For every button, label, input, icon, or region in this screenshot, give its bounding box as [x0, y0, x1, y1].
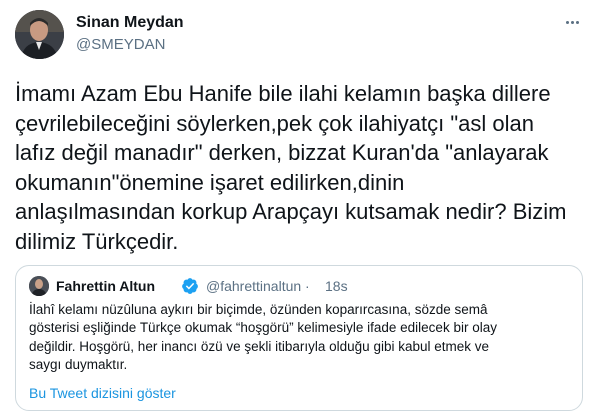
quoted-author-avatar — [29, 276, 49, 296]
verified-badge-icon — [181, 277, 199, 295]
quoted-timestamp: 18s — [325, 278, 348, 294]
tweet: Sinan Meydan @SMEYDAN İmamı Azam Ebu Han… — [0, 0, 596, 420]
quoted-author-handle: @fahrettinaltun · — [206, 278, 310, 294]
author-handle[interactable]: @SMEYDAN — [76, 36, 165, 53]
quoted-tweet-card[interactable]: Fahrettin Altun @fahrettinaltun · 18s İl… — [15, 265, 583, 411]
more-dots-icon — [575, 20, 579, 24]
quoted-tweet-text: İlahî kelamı nüzûluna aykırı bir biçimde… — [29, 302, 497, 373]
more-options-button[interactable] — [562, 12, 582, 32]
author-avatar[interactable] — [15, 10, 64, 59]
separator-dot: · — [305, 278, 310, 294]
tweet-text: İmamı Azam Ebu Hanife bile ilahi kelamın… — [15, 81, 567, 254]
quoted-author-name: Fahrettin Altun — [56, 278, 156, 294]
quoted-handle-text: @fahrettinaltun — [206, 278, 302, 294]
show-thread-link[interactable]: Bu Tweet dizisini göster — [29, 385, 176, 401]
author-name[interactable]: Sinan Meydan — [76, 14, 184, 32]
more-dots-icon — [565, 20, 569, 24]
more-dots-icon — [570, 20, 574, 24]
